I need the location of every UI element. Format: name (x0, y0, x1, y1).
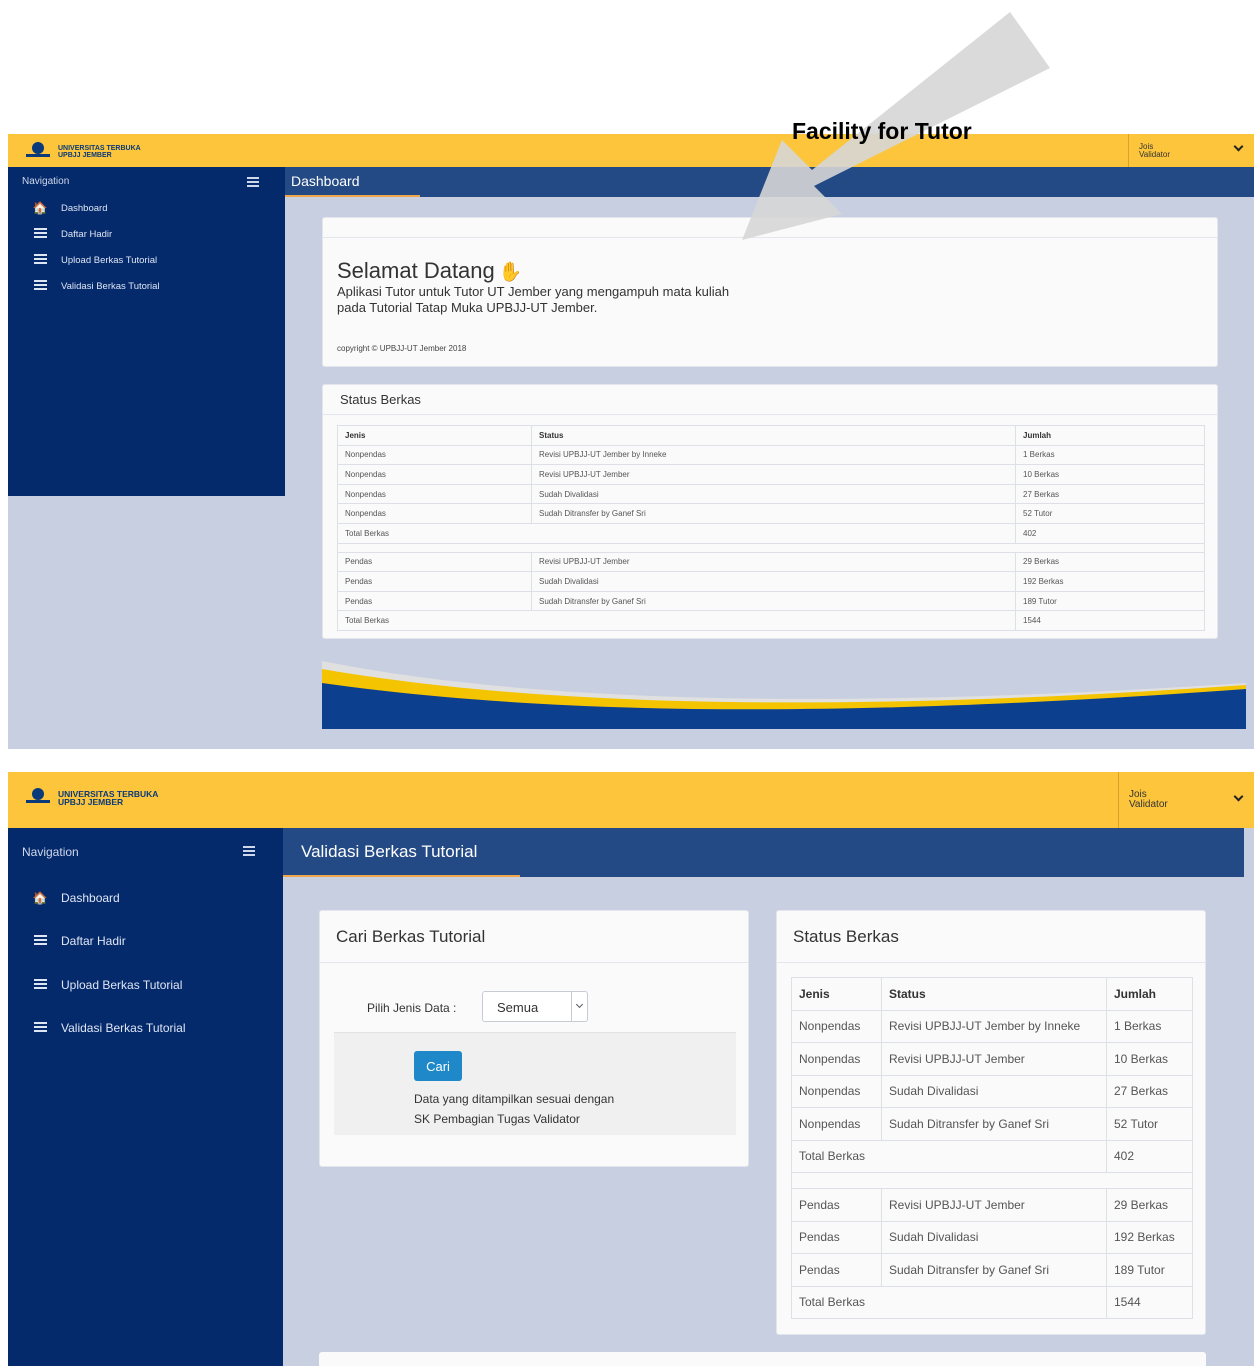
annotation-arrow (742, 12, 1050, 240)
annotation-label: Facility for Tutor (792, 118, 972, 144)
